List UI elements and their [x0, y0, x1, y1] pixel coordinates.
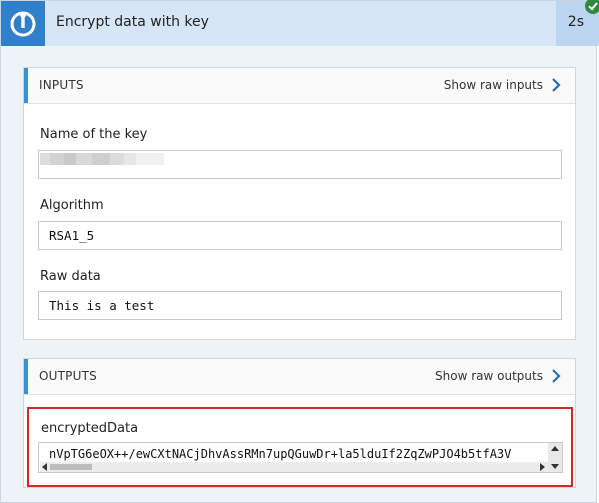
show-raw-outputs-link[interactable]: Show raw outputs — [435, 365, 563, 387]
vertical-scrollbar[interactable] — [548, 443, 562, 472]
horizontal-scrollbar[interactable] — [40, 462, 548, 472]
checkmark-icon — [585, 0, 599, 14]
scroll-down-icon[interactable] — [551, 464, 559, 469]
scroll-up-icon[interactable] — [551, 446, 559, 451]
scroll-right-icon[interactable] — [540, 463, 545, 471]
action-title-bar[interactable]: Encrypt data with key — [45, 1, 556, 46]
action-icon-box — [1, 1, 45, 46]
algorithm-field[interactable]: RSA1_5 — [38, 221, 562, 250]
inputs-title: INPUTS — [39, 78, 84, 92]
action-header[interactable]: Encrypt data with key 2s — [1, 0, 599, 46]
action-card: Encrypt data with key 2s INPUTS Show raw… — [0, 0, 599, 503]
raw-data-value: This is a test — [49, 298, 155, 313]
algorithm-value: RSA1_5 — [49, 228, 95, 243]
keyvault-icon — [10, 11, 36, 37]
scroll-thumb[interactable] — [50, 464, 92, 470]
redacted-key-name — [40, 153, 164, 165]
inputs-section: INPUTS Show raw inputs Name of the key A… — [23, 67, 576, 340]
algorithm-label: Algorithm — [40, 198, 104, 213]
raw-data-field[interactable]: This is a test — [38, 291, 562, 320]
key-name-label: Name of the key — [40, 127, 148, 142]
encrypted-data-label: encryptedData — [41, 421, 139, 436]
encrypted-data-highlight: encryptedData nVpTG6eOX++/ewCXtNACjDhvAs… — [27, 407, 573, 487]
chevron-right-icon — [552, 78, 561, 92]
raw-data-label: Raw data — [40, 269, 101, 284]
inputs-accent-bar — [24, 68, 28, 103]
chevron-right-icon — [552, 369, 561, 383]
show-raw-inputs-label: Show raw inputs — [443, 78, 543, 92]
outputs-section: OUTPUTS Show raw outputs encryptedData n… — [23, 358, 576, 488]
encrypted-data-value: nVpTG6eOX++/ewCXtNACjDhvAssRMn7upQGuwDr+… — [49, 447, 512, 461]
inputs-header: INPUTS Show raw inputs — [24, 68, 575, 104]
outputs-title: OUTPUTS — [39, 369, 97, 383]
action-title: Encrypt data with key — [56, 14, 209, 30]
key-name-field[interactable] — [38, 150, 562, 179]
outputs-header: OUTPUTS Show raw outputs — [24, 359, 575, 395]
encrypted-data-field[interactable]: nVpTG6eOX++/ewCXtNACjDhvAssRMn7upQGuwDr+… — [38, 442, 563, 473]
duration-label: 2s — [567, 14, 584, 30]
show-raw-outputs-label: Show raw outputs — [435, 369, 543, 383]
show-raw-inputs-link[interactable]: Show raw inputs — [444, 74, 563, 96]
scroll-left-icon[interactable] — [42, 463, 47, 471]
outputs-accent-bar — [24, 359, 28, 394]
